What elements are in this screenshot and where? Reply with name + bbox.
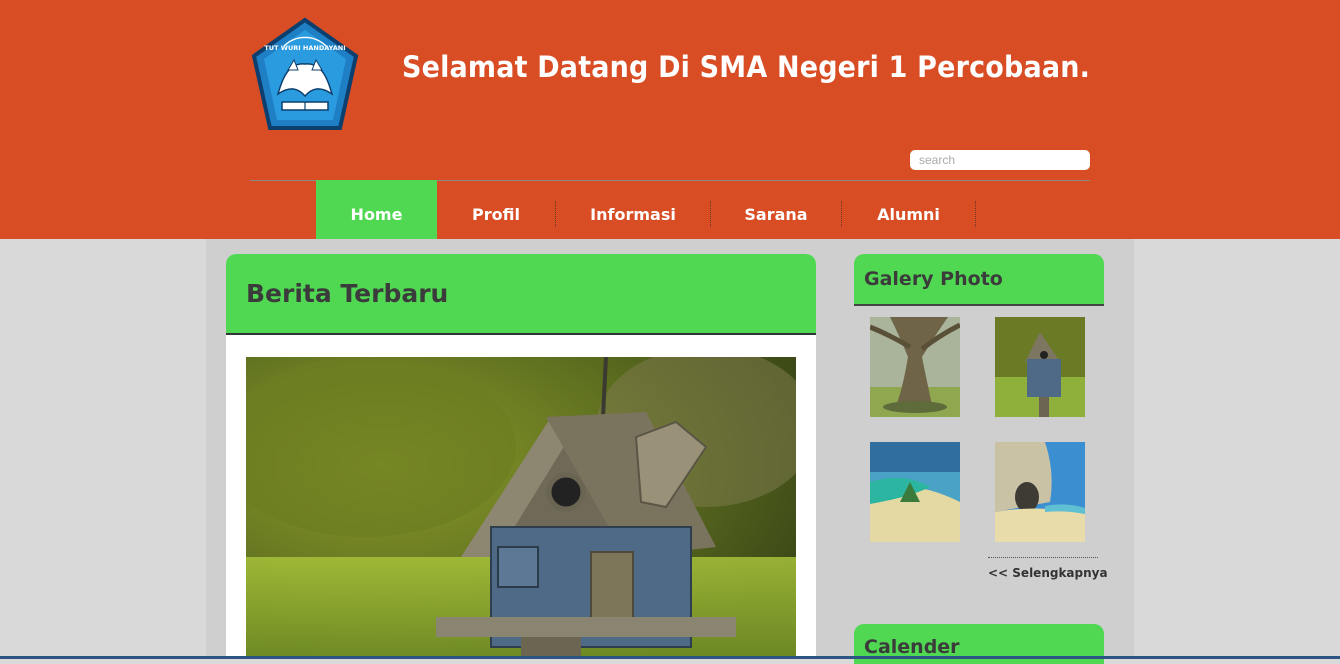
- news-panel: Berita Terbaru: [226, 254, 816, 659]
- news-header: Berita Terbaru: [226, 254, 816, 335]
- tree-photo-icon[interactable]: [870, 317, 960, 417]
- gallery-title: Galery Photo: [864, 268, 1003, 290]
- gallery-divider: [988, 557, 1098, 558]
- logo-motto-text: TUT WURI HANDAYANI: [264, 44, 345, 52]
- gallery-header: Galery Photo: [854, 254, 1104, 306]
- beach-photo-icon[interactable]: [870, 442, 960, 542]
- calendar-title: Calender: [864, 636, 960, 658]
- school-logo-icon: TUT WURI HANDAYANI: [248, 16, 362, 140]
- birdhouse-photo-icon[interactable]: [995, 317, 1085, 417]
- birdhouse-photo-icon[interactable]: [226, 347, 816, 659]
- nav-separator: [975, 201, 976, 227]
- gallery-more-link[interactable]: << Selengkapnya: [988, 566, 1108, 580]
- search-input[interactable]: [910, 150, 1090, 170]
- news-title: Berita Terbaru: [246, 279, 449, 308]
- sea-cave-photo-icon[interactable]: [995, 442, 1085, 542]
- site-title: Selamat Datang Di SMA Negeri 1 Percobaan…: [402, 50, 1091, 84]
